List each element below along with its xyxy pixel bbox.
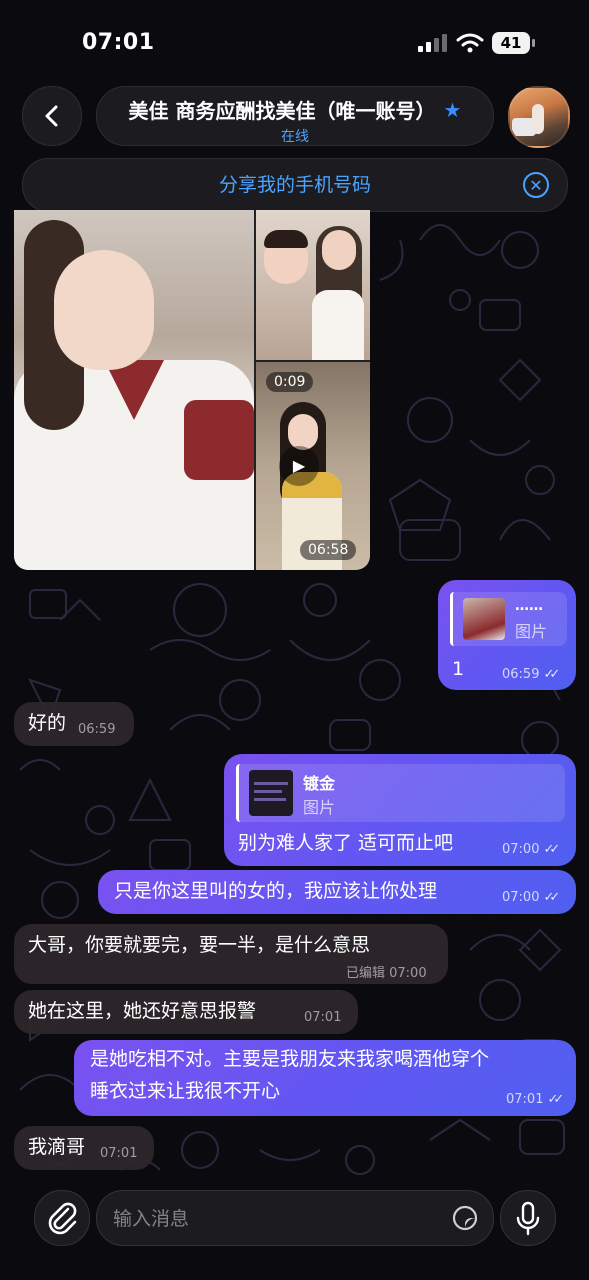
verified-star-icon: ★ xyxy=(443,97,462,122)
reply-title: 镀金 xyxy=(303,774,336,793)
wifi-icon xyxy=(456,33,484,53)
message-bubble-outgoing[interactable]: …… 图片 1 06:59 ✓✓ xyxy=(438,580,576,690)
voice-record-button[interactable] xyxy=(500,1190,556,1246)
status-bar: 07:01 41 xyxy=(0,0,589,86)
album-photo-top-right[interactable] xyxy=(256,210,370,360)
message-meta: 07:00 ✓✓ xyxy=(502,890,560,905)
message-text: 1 xyxy=(452,658,465,680)
battery-level: 41 xyxy=(492,32,530,54)
reply-title: …… xyxy=(515,598,543,614)
attach-button[interactable] xyxy=(34,1190,90,1246)
microphone-icon xyxy=(516,1201,540,1236)
status-time: 07:01 xyxy=(82,30,155,55)
message-time: 07:01 xyxy=(100,1146,138,1161)
message-time: 07:00 xyxy=(502,890,540,905)
paperclip-icon xyxy=(48,1202,77,1235)
message-input[interactable] xyxy=(111,1191,445,1247)
message-bubble-outgoing[interactable]: 镀金 图片 别为难人家了 适可而止吧 07:00 ✓✓ xyxy=(224,754,576,866)
message-bubble-incoming[interactable]: 她在这里，她还好意思报警 07:01 xyxy=(14,990,358,1034)
reply-preview[interactable]: …… 图片 xyxy=(450,592,567,646)
reply-thumbnail xyxy=(249,770,293,816)
share-phone-label[interactable]: 分享我的手机号码 xyxy=(23,159,567,211)
video-duration-short: 0:09 xyxy=(266,372,314,392)
close-circle-icon[interactable]: ✕ xyxy=(523,172,549,198)
message-text: 好的 xyxy=(28,712,67,734)
message-time: 06:59 xyxy=(78,722,116,737)
battery-indicator: 41 xyxy=(492,32,536,54)
back-button[interactable] xyxy=(22,86,82,146)
message-meta: 07:01 ✓✓ xyxy=(506,1092,564,1107)
message-text-line2: 睡衣过来让我很不开心 xyxy=(90,1080,281,1102)
message-bubble-incoming[interactable]: 好的 06:59 xyxy=(14,702,134,746)
message-bubble-incoming[interactable]: 我滴哥 07:01 xyxy=(14,1126,154,1170)
double-check-icon: ✓✓ xyxy=(543,890,560,905)
message-text: 只是你这里叫的女的，我应该让你处理 xyxy=(114,880,438,902)
reply-preview[interactable]: 镀金 图片 xyxy=(236,764,565,822)
media-album[interactable] xyxy=(14,210,370,570)
double-check-icon: ✓✓ xyxy=(547,1092,564,1107)
message-bubble-incoming[interactable]: 大哥，你要就要完，要一半，是什么意思 已编辑 07:00 xyxy=(14,924,448,984)
contact-avatar[interactable] xyxy=(508,86,570,148)
double-check-icon: ✓✓ xyxy=(543,667,560,682)
message-text: 大哥，你要就要完，要一半，是什么意思 xyxy=(28,934,371,956)
share-phone-banner[interactable]: 分享我的手机号码 ✕ xyxy=(22,158,568,212)
message-meta: 06:59 ✓✓ xyxy=(502,667,560,682)
play-icon[interactable]: ▶ xyxy=(279,446,319,486)
sticker-icon[interactable] xyxy=(451,1204,479,1232)
reply-thumbnail xyxy=(463,598,505,640)
reply-subtitle: 图片 xyxy=(515,622,548,641)
message-time: 06:59 xyxy=(502,667,540,682)
message-text-line1: 是她吃相不对。主要是我朋友来我家喝酒他穿个 xyxy=(90,1048,490,1070)
cellular-signal-icon xyxy=(418,34,447,52)
album-photo-main[interactable] xyxy=(14,210,254,570)
message-time: 07:00 xyxy=(502,842,540,857)
chat-title[interactable]: 美佳 商务应酬找美佳（唯一账号） ★ 在线 xyxy=(96,86,494,146)
online-status: 在线 xyxy=(281,129,309,145)
message-text: 我滴哥 xyxy=(28,1136,86,1158)
message-edited-time: 已编辑 07:00 xyxy=(346,966,427,981)
message-time: 07:01 xyxy=(506,1092,544,1107)
message-composer[interactable] xyxy=(96,1190,494,1247)
message-text: 她在这里，她还好意思报警 xyxy=(28,1000,257,1022)
chat-name: 美佳 商务应酬找美佳（唯一账号） xyxy=(128,99,436,123)
double-check-icon: ✓✓ xyxy=(543,842,560,857)
reply-subtitle: 图片 xyxy=(303,798,336,817)
message-bubble-outgoing[interactable]: 只是你这里叫的女的，我应该让你处理 07:00 ✓✓ xyxy=(98,870,576,914)
video-duration-long: 06:58 xyxy=(300,540,357,560)
message-meta: 07:00 ✓✓ xyxy=(502,842,560,857)
message-text: 别为难人家了 适可而止吧 xyxy=(238,832,454,854)
message-time: 07:01 xyxy=(304,1010,342,1025)
message-bubble-outgoing[interactable]: 是她吃相不对。主要是我朋友来我家喝酒他穿个 睡衣过来让我很不开心 07:01 ✓✓ xyxy=(74,1040,576,1116)
back-icon xyxy=(45,105,58,127)
